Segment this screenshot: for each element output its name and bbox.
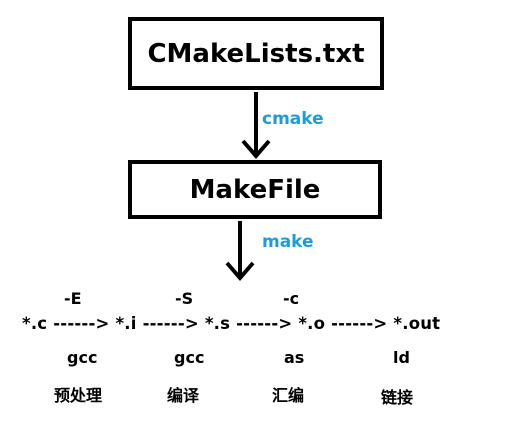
tool-as: as	[284, 348, 305, 367]
file-pipeline: *.c ------> *.i ------> *.s ------> *.o …	[22, 314, 441, 333]
flag-preprocess: -E	[64, 289, 82, 308]
flag-compile: -S	[175, 289, 194, 308]
edge-label-make: make	[262, 232, 314, 252]
node-cmakelists: CMakeLists.txt	[128, 17, 384, 90]
node-makefile: MakeFile	[128, 160, 382, 219]
stage-compile: 编译	[167, 386, 200, 405]
tool-gcc-preprocess: gcc	[67, 348, 98, 367]
edge-label-cmake: cmake	[262, 109, 324, 129]
stage-assemble: 汇编	[272, 386, 305, 405]
node-makefile-label: MakeFile	[189, 174, 321, 205]
stage-preprocess: 预处理	[54, 386, 103, 405]
flag-assemble: -c	[283, 289, 300, 308]
node-cmakelists-label: CMakeLists.txt	[147, 38, 365, 69]
tool-gcc-compile: gcc	[174, 348, 205, 367]
stage-link: 链接	[381, 388, 414, 407]
tool-ld: ld	[393, 348, 410, 367]
